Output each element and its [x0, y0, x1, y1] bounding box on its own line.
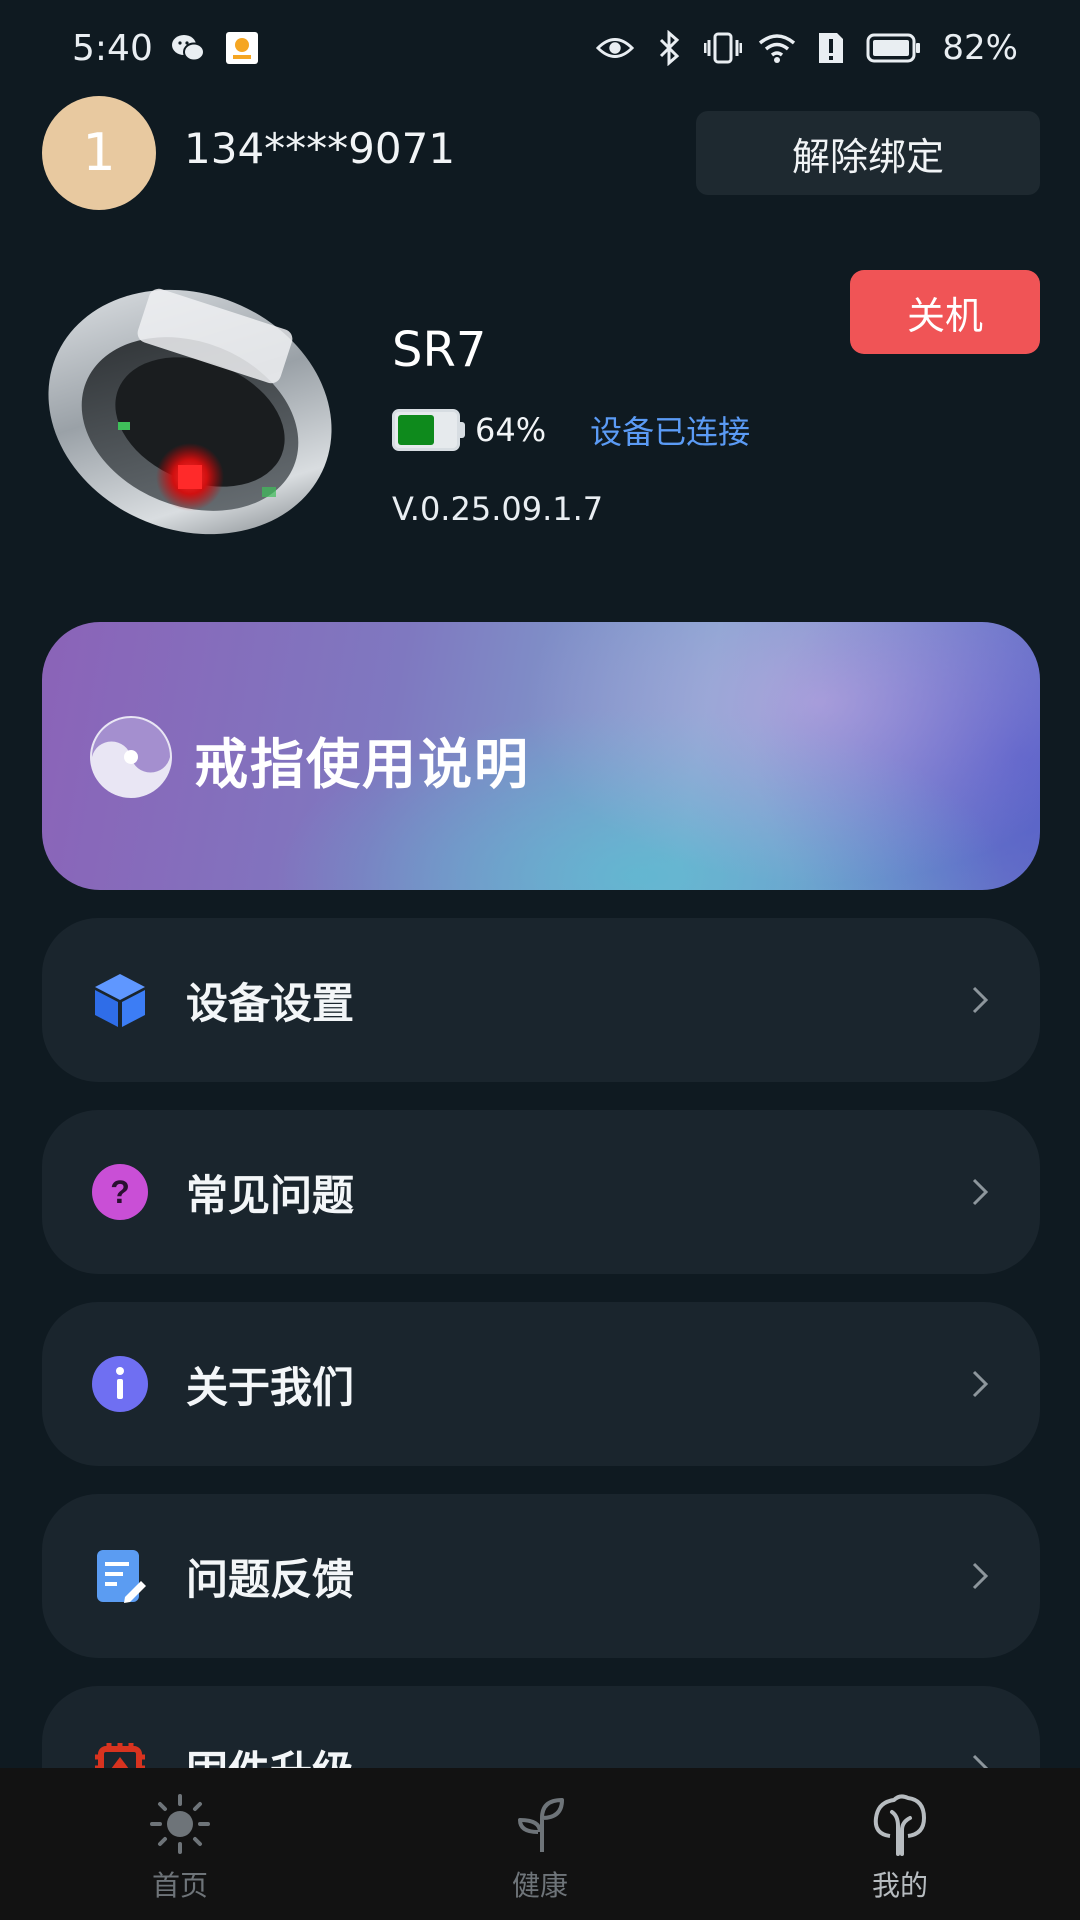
- account-phone: 134****9071: [184, 124, 456, 173]
- account-header: 1 134****9071 解除绑定: [42, 96, 1040, 214]
- wifi-icon: [758, 29, 796, 67]
- bottom-navigation: 首页 健康 我的: [0, 1768, 1080, 1920]
- menu-label: 设备设置: [186, 978, 355, 1028]
- status-bar: 5:40 82%: [0, 0, 1080, 96]
- device-battery-percent: 64%: [475, 411, 547, 449]
- app-notification-icon: [223, 29, 261, 67]
- unbind-button[interactable]: 解除绑定: [696, 111, 1040, 195]
- menu-label: 问题反馈: [186, 1554, 355, 1604]
- menu-item-feedback[interactable]: 问题反馈: [42, 1494, 1040, 1658]
- nav-mine[interactable]: 我的: [720, 1768, 1080, 1920]
- smart-ring-image: [40, 272, 340, 542]
- chevron-right-icon: [956, 1552, 1004, 1600]
- device-battery-icon: [392, 409, 460, 451]
- sun-icon: [148, 1792, 212, 1856]
- tree-icon: [868, 1792, 932, 1856]
- battery-icon: [866, 29, 922, 67]
- menu-label: 常见问题: [186, 1170, 355, 1220]
- vibrate-icon: [704, 29, 743, 67]
- device-battery-row: 64% 设备已连接: [392, 408, 750, 452]
- avatar[interactable]: 1: [42, 96, 156, 210]
- info-icon: [90, 1354, 150, 1414]
- menu-label: 关于我们: [186, 1362, 355, 1412]
- device-info: SR7 64% 设备已连接 V.0.25.09.1.7 关机: [0, 260, 1080, 560]
- chevron-right-icon: [956, 1360, 1004, 1408]
- status-left: 5:40: [72, 28, 261, 69]
- battery-level-fill: [398, 415, 434, 445]
- status-right: 82%: [596, 28, 1018, 68]
- banner-title: 戒指使用说明: [194, 733, 530, 796]
- question-icon: ?: [90, 1162, 150, 1222]
- battery-percent: 82%: [942, 28, 1018, 68]
- cube-icon: [90, 970, 150, 1030]
- guide-icon: [88, 714, 174, 800]
- chevron-right-icon: [956, 976, 1004, 1024]
- nav-label: 首页: [151, 1869, 208, 1902]
- chevron-right-icon: [956, 1168, 1004, 1216]
- firmware-version: V.0.25.09.1.7: [392, 490, 604, 528]
- eye-icon: [596, 29, 635, 67]
- menu-item-faq[interactable]: ? 常见问题: [42, 1110, 1040, 1274]
- nav-label: 我的: [871, 1869, 928, 1902]
- menu-item-about-us[interactable]: 关于我们: [42, 1302, 1040, 1466]
- nav-label: 健康: [511, 1869, 568, 1902]
- menu-item-device-settings[interactable]: 设备设置: [42, 918, 1040, 1082]
- ring-guide-banner[interactable]: 戒指使用说明: [42, 622, 1040, 890]
- power-off-button[interactable]: 关机: [850, 270, 1040, 354]
- status-time: 5:40: [72, 27, 153, 69]
- nav-home[interactable]: 首页: [0, 1768, 360, 1920]
- svg-text:?: ?: [110, 1174, 130, 1210]
- battery-cap: [460, 422, 465, 438]
- device-name: SR7: [392, 322, 487, 378]
- bluetooth-icon: [650, 29, 688, 67]
- feedback-icon: [90, 1546, 150, 1606]
- sprout-icon: [508, 1792, 572, 1856]
- nav-health[interactable]: 健康: [360, 1768, 720, 1920]
- wechat-icon: [169, 29, 207, 67]
- connection-status: 设备已连接: [590, 413, 751, 451]
- alert-icon: [812, 29, 850, 67]
